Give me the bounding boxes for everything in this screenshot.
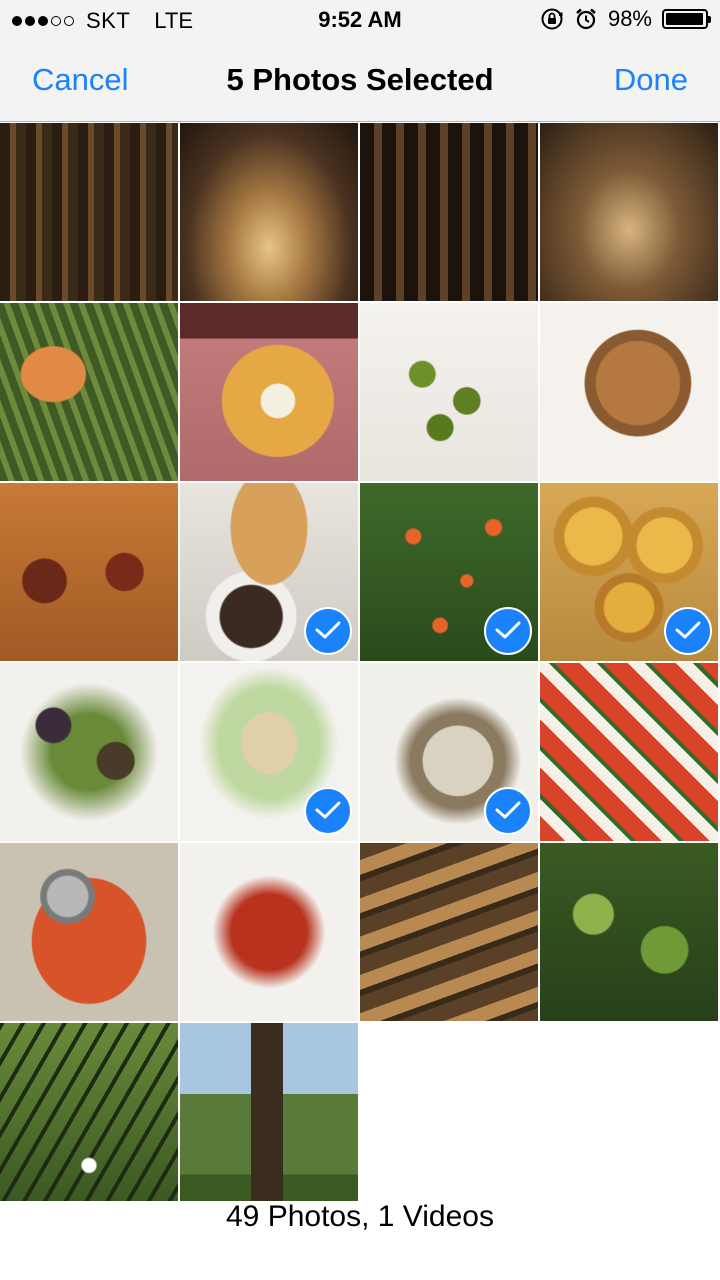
navigation-bar: Cancel 5 Photos Selected Done bbox=[0, 40, 720, 122]
rotation-lock-icon bbox=[541, 8, 563, 30]
photo-thumbnail-beer[interactable] bbox=[180, 303, 358, 481]
photo-thumbnail-lobster[interactable] bbox=[180, 843, 358, 1021]
photo-count-label: 49 Photos, 1 Videos bbox=[226, 1200, 494, 1233]
status-right: 98% bbox=[540, 6, 711, 32]
selected-checkmark-icon bbox=[484, 607, 532, 655]
photo-thumbnail-grilled-fish[interactable] bbox=[360, 843, 538, 1021]
alarm-icon bbox=[576, 8, 596, 30]
photo-thumbnail-cathedral-interior[interactable] bbox=[0, 123, 178, 301]
photo-thumbnail-cathedral-aisle[interactable] bbox=[360, 123, 538, 301]
photo-thumbnail-hot-pot[interactable] bbox=[0, 843, 178, 1021]
photo-thumbnail-tree-canopy[interactable] bbox=[0, 1023, 178, 1201]
battery-fill bbox=[666, 13, 704, 25]
status-bar: SKT LTE 9:52 AM 98% bbox=[0, 0, 720, 40]
selected-checkmark-icon bbox=[304, 787, 352, 835]
photo-thumbnail-eggplant-stirfry[interactable] bbox=[0, 663, 178, 841]
battery-percent: 98% bbox=[607, 6, 652, 31]
photo-thumbnail-stew[interactable] bbox=[0, 483, 178, 661]
photo-thumbnail-orange-tree[interactable] bbox=[360, 483, 538, 661]
photo-thumbnail-bread[interactable] bbox=[540, 303, 718, 481]
page-title: 5 Photos Selected bbox=[226, 62, 494, 97]
photo-thumbnail-cathedral-organ[interactable] bbox=[540, 123, 718, 301]
photo-thumbnail-churros[interactable] bbox=[180, 483, 358, 661]
photo-thumbnail-egg-tarts[interactable] bbox=[540, 483, 718, 661]
selected-checkmark-icon bbox=[484, 787, 532, 835]
selected-checkmark-icon bbox=[304, 607, 352, 655]
photo-grid bbox=[0, 123, 720, 1201]
photo-thumbnail-caprese[interactable] bbox=[540, 663, 718, 841]
photo-thumbnail-green-leaves[interactable] bbox=[540, 843, 718, 1021]
battery-icon bbox=[662, 9, 711, 29]
photo-thumbnail-cathedral-nave[interactable] bbox=[180, 123, 358, 301]
done-button[interactable]: Done bbox=[614, 62, 688, 98]
photo-thumbnail-asparagus[interactable] bbox=[0, 303, 178, 481]
selected-checkmark-icon bbox=[664, 607, 712, 655]
photo-thumbnail-olives[interactable] bbox=[360, 303, 538, 481]
photo-thumbnail-seafood-noodles[interactable] bbox=[360, 663, 538, 841]
photo-thumbnail-chicken-salad[interactable] bbox=[180, 663, 358, 841]
photo-thumbnail-big-tree[interactable] bbox=[180, 1023, 358, 1201]
